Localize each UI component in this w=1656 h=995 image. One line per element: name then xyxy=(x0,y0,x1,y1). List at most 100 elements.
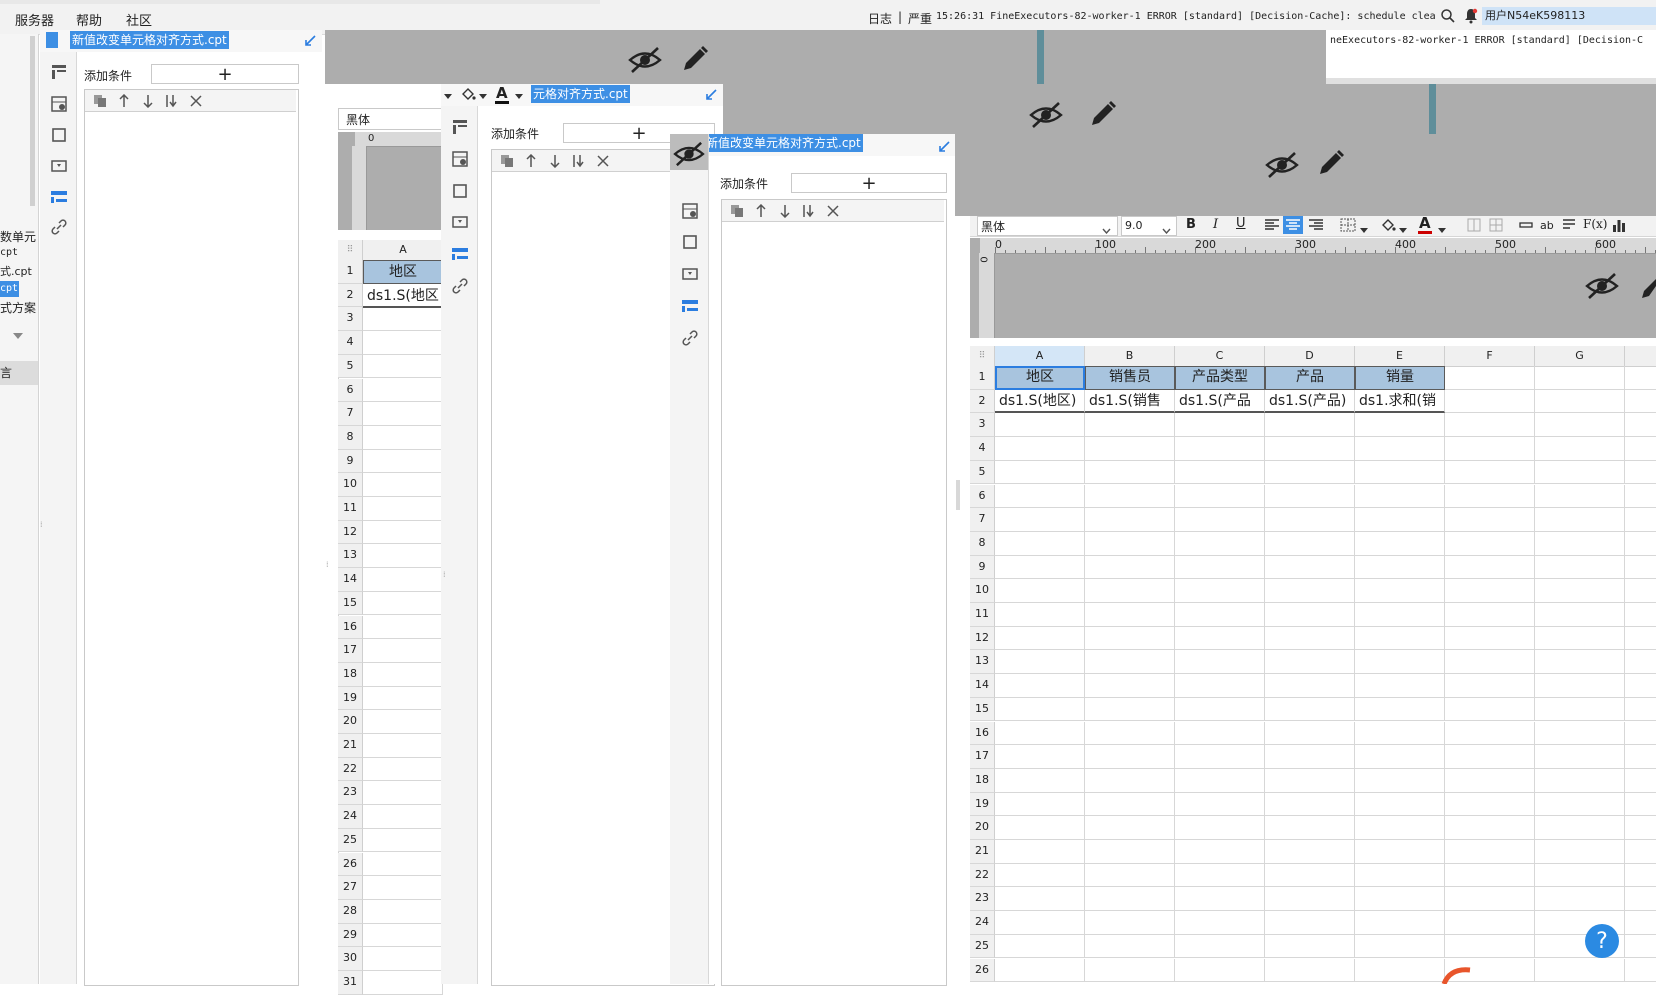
table-cell[interactable] xyxy=(1535,508,1625,532)
hyperlink-icon[interactable] xyxy=(451,277,469,295)
table-cell[interactable] xyxy=(1175,863,1265,888)
table-cell[interactable] xyxy=(1265,603,1355,627)
eye-off-icon[interactable] xyxy=(672,140,706,168)
table-cell[interactable] xyxy=(1445,863,1535,888)
small-row-number[interactable]: 5 xyxy=(338,354,363,379)
small-row-number[interactable]: 15 xyxy=(338,591,363,616)
table-cell[interactable] xyxy=(995,437,1085,461)
dropdown-arrow-icon[interactable] xyxy=(444,89,452,103)
row-number[interactable]: 1 xyxy=(970,366,995,390)
arrow-up-icon[interactable] xyxy=(752,202,770,220)
small-row-number[interactable]: 22 xyxy=(338,757,363,782)
dropdown-arrow-icon[interactable] xyxy=(1360,223,1368,237)
table-cell[interactable] xyxy=(1535,484,1625,509)
small-data-cell[interactable]: ds1.S(地区 xyxy=(363,284,443,308)
table-cell[interactable] xyxy=(363,923,443,948)
table-cell[interactable] xyxy=(1445,721,1535,746)
table-cell[interactable] xyxy=(995,911,1085,935)
table-cell[interactable] xyxy=(1445,413,1535,438)
row-number[interactable]: 25 xyxy=(970,934,995,959)
row-number[interactable]: 26 xyxy=(970,958,995,983)
italic-button[interactable]: I xyxy=(1213,217,1218,232)
row-number[interactable]: 16 xyxy=(970,721,995,746)
table-cell[interactable] xyxy=(1355,911,1445,935)
header-cell[interactable]: 销量 xyxy=(1355,366,1445,390)
font-color-icon[interactable]: A xyxy=(1419,214,1431,232)
table-cell[interactable] xyxy=(1085,484,1175,509)
border-style-icon[interactable] xyxy=(1340,218,1356,235)
small-row-number[interactable]: 21 xyxy=(338,734,363,758)
table-cell[interactable] xyxy=(1175,484,1265,509)
table-cell[interactable] xyxy=(1175,579,1265,603)
align-right-icon[interactable] xyxy=(1308,218,1324,235)
move-bottom-icon[interactable] xyxy=(163,92,181,110)
tree-item[interactable]: 式方案 xyxy=(0,299,36,316)
table-cell[interactable] xyxy=(1535,579,1625,603)
tree-item[interactable]: 式.cpt xyxy=(0,263,32,279)
table-cell[interactable] xyxy=(1625,390,1656,414)
table-cell[interactable] xyxy=(995,579,1085,603)
table-cell[interactable] xyxy=(1085,840,1175,864)
row-number[interactable]: 17 xyxy=(970,745,995,769)
table-cell[interactable] xyxy=(995,745,1085,769)
row-number[interactable]: 18 xyxy=(970,768,995,793)
table-cell[interactable] xyxy=(363,971,443,995)
dropdown-arrow-icon[interactable] xyxy=(479,89,487,103)
copy-icon[interactable] xyxy=(498,152,516,170)
table-cell[interactable] xyxy=(1265,437,1355,461)
table-cell[interactable] xyxy=(1355,792,1445,817)
condition-attr-icon[interactable] xyxy=(451,245,469,263)
table-cell[interactable] xyxy=(1175,437,1265,461)
splitter-handle[interactable]: ⁞ xyxy=(40,520,43,529)
table-cell[interactable] xyxy=(363,544,443,569)
table-cell[interactable] xyxy=(1265,792,1355,817)
table-cell[interactable] xyxy=(1535,768,1625,793)
small-row-number[interactable]: 25 xyxy=(338,828,363,853)
table-cell[interactable] xyxy=(1085,934,1175,959)
table-cell[interactable] xyxy=(1175,745,1265,769)
table-cell[interactable] xyxy=(995,650,1085,675)
tree-item-selected[interactable]: cpt xyxy=(0,281,19,297)
copy-icon[interactable] xyxy=(728,202,746,220)
formula-button[interactable]: F(x) xyxy=(1583,217,1607,231)
table-cell[interactable] xyxy=(995,887,1085,912)
data-cell[interactable]: ds1.S(产品 xyxy=(1175,389,1265,414)
table-cell[interactable] xyxy=(1265,460,1355,485)
bold-button[interactable]: B xyxy=(1186,217,1196,232)
data-cell[interactable]: ds1.S(销售 xyxy=(1085,389,1175,414)
table-cell[interactable] xyxy=(1535,413,1625,438)
table-cell[interactable] xyxy=(1625,793,1656,817)
table-cell[interactable] xyxy=(363,615,443,640)
table-cell[interactable] xyxy=(995,484,1085,509)
small-row-number[interactable]: 29 xyxy=(338,923,363,948)
table-cell[interactable] xyxy=(1355,745,1445,769)
hyperlink-icon[interactable] xyxy=(681,329,699,347)
table-cell[interactable] xyxy=(1085,531,1175,556)
small-row-number[interactable]: 14 xyxy=(338,568,363,592)
table-cell[interactable] xyxy=(1535,674,1625,698)
table-cell[interactable] xyxy=(363,473,443,497)
row-number[interactable]: 2 xyxy=(970,389,995,414)
table-cell[interactable] xyxy=(1085,745,1175,769)
row-number[interactable]: 12 xyxy=(970,626,995,651)
table-cell[interactable] xyxy=(1625,864,1656,888)
table-cell[interactable] xyxy=(1265,911,1355,935)
table-cell[interactable] xyxy=(1085,460,1175,485)
table-cell[interactable] xyxy=(1355,768,1445,793)
table-cell[interactable] xyxy=(1085,555,1175,580)
table-cell[interactable] xyxy=(1355,579,1445,603)
table-cell[interactable] xyxy=(995,840,1085,864)
table-cell[interactable] xyxy=(995,934,1085,959)
header-cell[interactable]: 产品类型 xyxy=(1175,366,1265,390)
table-cell[interactable] xyxy=(995,413,1085,438)
column-header[interactable]: G xyxy=(1535,346,1625,367)
table-cell[interactable] xyxy=(1625,532,1656,556)
table-cell[interactable] xyxy=(363,425,443,450)
table-cell[interactable] xyxy=(1175,603,1265,627)
text-format-button[interactable]: ab xyxy=(1540,219,1554,232)
table-cell[interactable] xyxy=(1265,674,1355,698)
copy-icon[interactable] xyxy=(91,92,109,110)
table-cell[interactable] xyxy=(1445,887,1535,912)
row-number[interactable]: 10 xyxy=(970,579,995,603)
table-cell[interactable] xyxy=(363,568,443,592)
